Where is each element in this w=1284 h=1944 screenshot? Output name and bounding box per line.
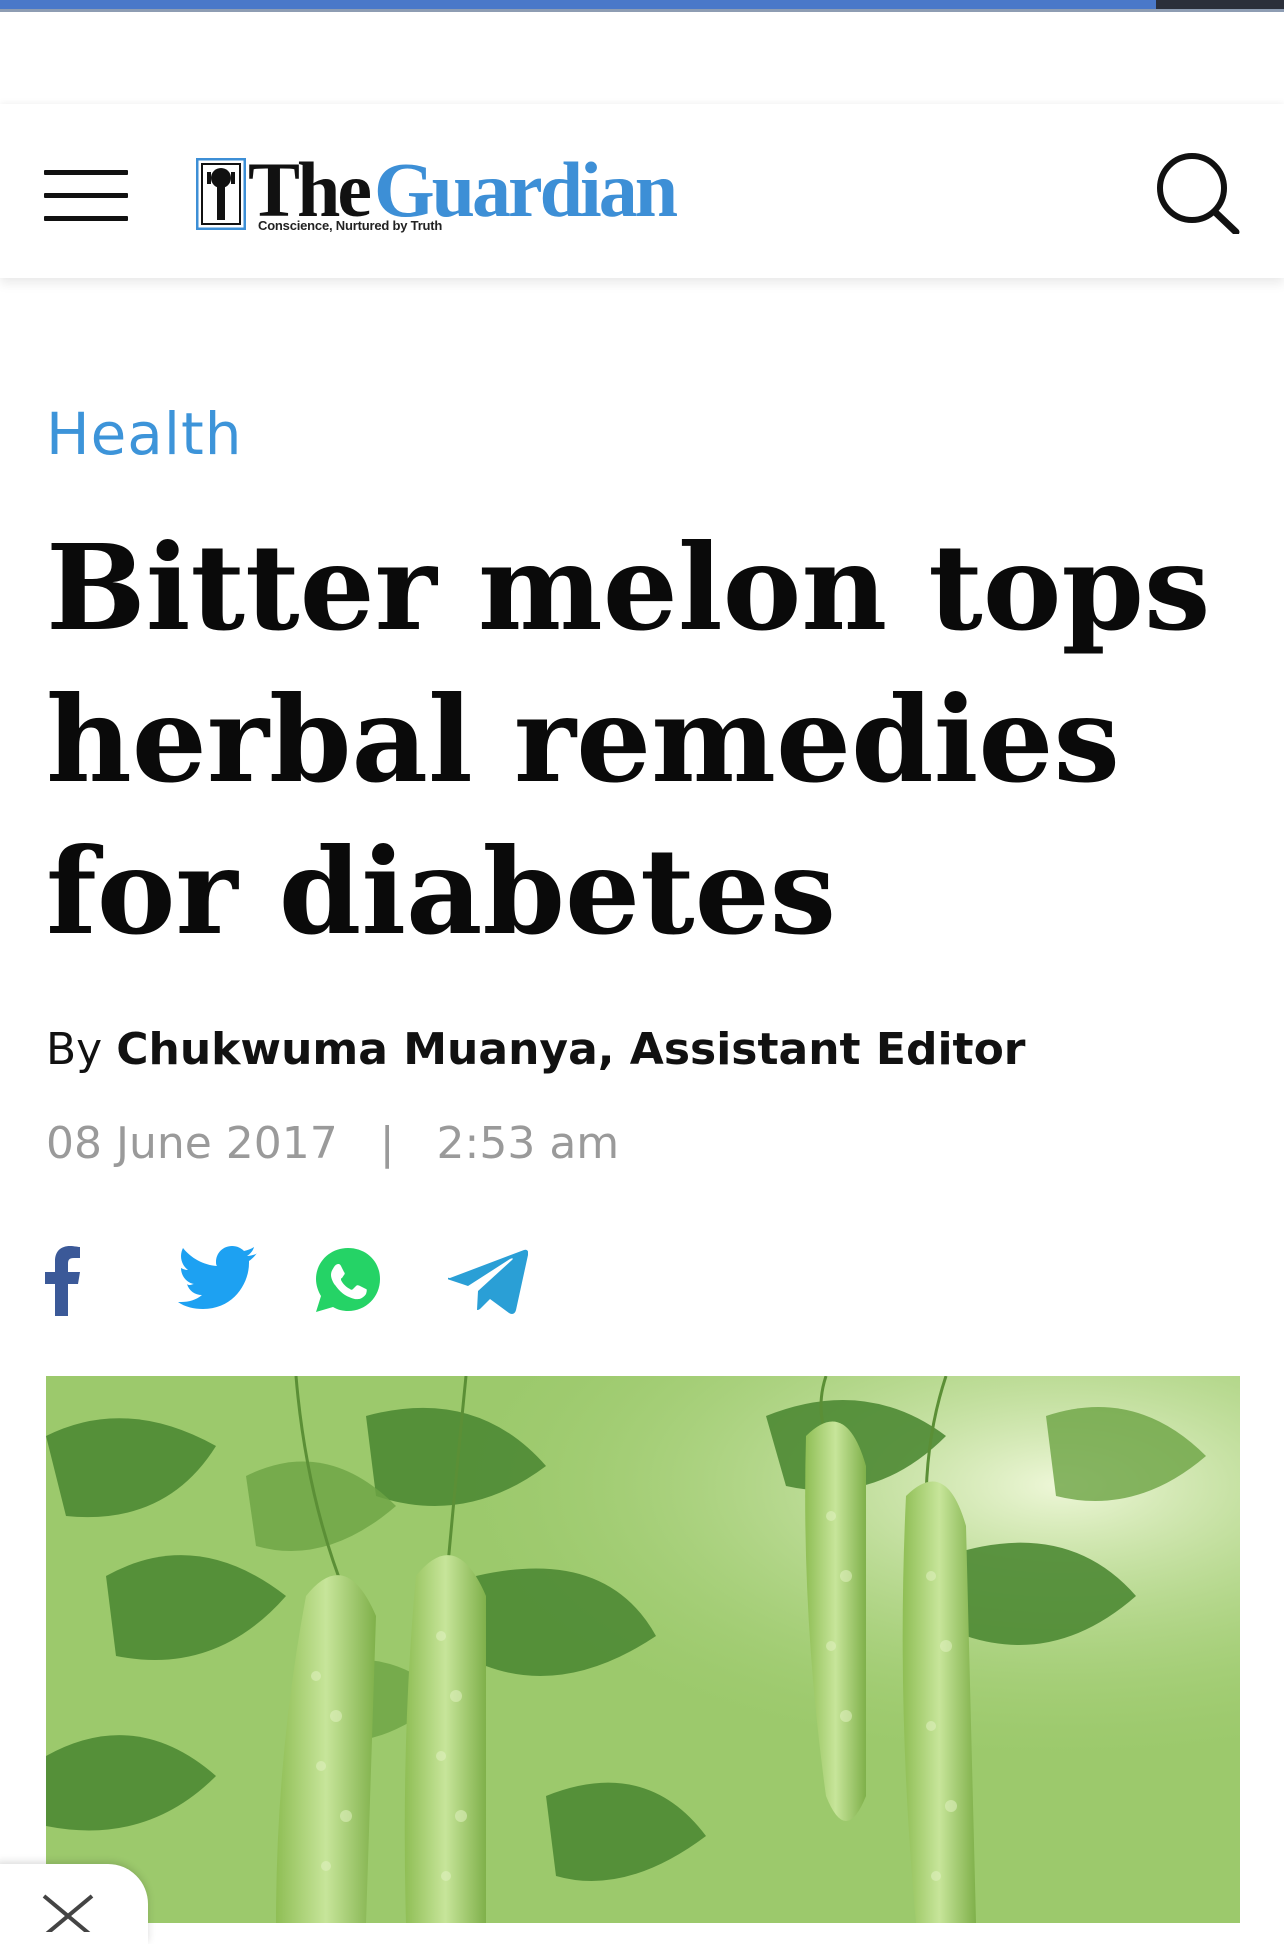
- page-load-progress: [0, 0, 1284, 12]
- telegram-icon[interactable]: [448, 1244, 528, 1316]
- logo-tagline: Conscience, Nurtured by Truth: [258, 218, 443, 233]
- facebook-icon[interactable]: [40, 1244, 84, 1316]
- site-header: The Guardian Conscience, Nurtured by Tru…: [0, 104, 1284, 278]
- publish-time: 2:53 am: [436, 1118, 620, 1169]
- bitter-melon-photo: [46, 1376, 1240, 1923]
- article-category-link[interactable]: Health: [46, 400, 242, 468]
- search-icon[interactable]: [1156, 150, 1240, 234]
- overlay-close-button[interactable]: [0, 1864, 148, 1944]
- guardian-emblem-icon: [196, 158, 246, 230]
- byline-prefix: By: [46, 1024, 103, 1075]
- close-icon: [42, 1894, 94, 1932]
- page-load-progress-fill: [0, 0, 1156, 12]
- publish-date: 08 June 2017: [46, 1118, 338, 1169]
- article-byline: By Chukwuma Muanya, Assistant Editor: [46, 1024, 1026, 1075]
- article-headline: Bitter melon tops herbal remedies for di…: [46, 518, 1211, 961]
- twitter-icon[interactable]: [178, 1244, 258, 1316]
- date-separator: |: [379, 1118, 395, 1169]
- whatsapp-icon[interactable]: [312, 1244, 384, 1316]
- article-dateline: 08 June 2017 | 2:53 am: [46, 1118, 619, 1169]
- site-logo[interactable]: The Guardian Conscience, Nurtured by Tru…: [196, 150, 716, 234]
- author-name-link[interactable]: Chukwuma Muanya, Assistant Editor: [116, 1024, 1025, 1075]
- hamburger-menu-icon[interactable]: [44, 170, 128, 222]
